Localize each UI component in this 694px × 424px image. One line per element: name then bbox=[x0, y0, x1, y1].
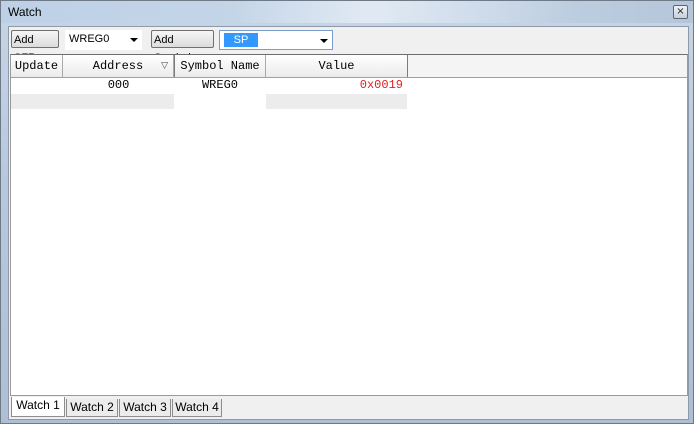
title-bar[interactable]: Watch × bbox=[1, 1, 693, 23]
watch-window: Watch × Add SFR WREG0 Add Symbol SP Upda… bbox=[0, 0, 694, 424]
cell-update bbox=[11, 78, 63, 93]
tab-watch-1[interactable]: Watch 1 bbox=[11, 397, 65, 417]
add-sfr-button[interactable]: Add SFR bbox=[11, 30, 59, 64]
tab-watch-2[interactable]: Watch 2 bbox=[66, 399, 118, 417]
sort-descending-icon: ▽ bbox=[161, 61, 168, 71]
symbol-select[interactable]: SP bbox=[219, 30, 333, 50]
column-header-update[interactable]: Update bbox=[11, 55, 63, 77]
table-row-empty[interactable] bbox=[11, 94, 407, 109]
column-header-address[interactable]: Address ▽ bbox=[63, 55, 174, 77]
toolbar: Add SFR WREG0 Add Symbol SP bbox=[9, 27, 688, 64]
column-header-symbol-name[interactable]: Symbol Name bbox=[174, 55, 266, 77]
cell-symbol-name-empty[interactable] bbox=[174, 94, 266, 109]
table-header: Update Address ▽ Symbol Name Value bbox=[11, 55, 687, 78]
table-row[interactable]: 000 WREG0 0x0019 bbox=[11, 78, 407, 93]
cell-value: 0x0019 bbox=[359, 78, 403, 92]
close-icon[interactable]: × bbox=[673, 5, 688, 19]
cell-symbol-name: WREG0 bbox=[201, 78, 238, 92]
sfr-select-value: WREG0 bbox=[69, 33, 110, 45]
symbol-select-value: SP bbox=[224, 33, 258, 47]
watch-panel: Add SFR WREG0 Add Symbol SP Update Addre… bbox=[8, 26, 689, 420]
tab-watch-4[interactable]: Watch 4 bbox=[172, 399, 222, 417]
chevron-down-icon bbox=[320, 39, 328, 43]
column-header-label: Update bbox=[14, 59, 59, 73]
add-symbol-button[interactable]: Add Symbol bbox=[151, 30, 214, 64]
column-header-value[interactable]: Value bbox=[266, 55, 408, 77]
sfr-select[interactable]: WREG0 bbox=[65, 30, 142, 50]
cell-address: 000 bbox=[107, 78, 130, 92]
column-header-label: Symbol Name bbox=[180, 59, 260, 73]
column-header-label: Value bbox=[318, 59, 355, 73]
chevron-down-icon bbox=[130, 38, 138, 42]
title-bar-glare bbox=[233, 1, 573, 23]
window-title: Watch bbox=[8, 5, 42, 19]
tab-watch-3[interactable]: Watch 3 bbox=[119, 399, 171, 417]
column-header-label: Address bbox=[92, 59, 144, 73]
watch-tabs: Watch 1 Watch 2 Watch 3 Watch 4 bbox=[9, 397, 688, 419]
watch-table[interactable]: Update Address ▽ Symbol Name Value 000 W… bbox=[10, 54, 688, 396]
